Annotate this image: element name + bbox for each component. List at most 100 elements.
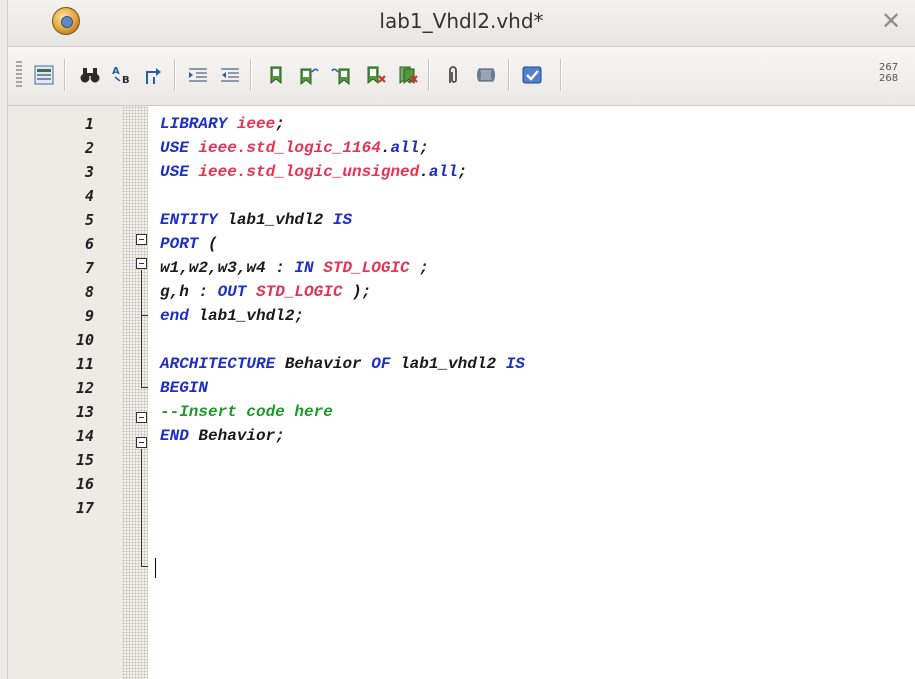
- fold-end-architecture: [141, 566, 148, 567]
- code-token: g,h :: [160, 283, 218, 301]
- code-token: STD_LOGIC: [256, 283, 343, 301]
- clear-bookmarks-icon[interactable]: [396, 61, 420, 89]
- code-editor[interactable]: 1 2 3 4 5 6 7 8 9 10 11 12 13 14 15 16 17 LIBRARY ieee; U…: [8, 106, 915, 679]
- code-token: OF: [371, 355, 401, 373]
- outdent-icon[interactable]: [218, 61, 242, 89]
- delete-bookmark-icon[interactable]: [364, 61, 388, 89]
- script-icon[interactable]: [474, 61, 498, 89]
- line-number: 12: [75, 379, 94, 397]
- code-token: lab1_vhdl2: [400, 355, 506, 373]
- line-number: 3: [84, 163, 94, 181]
- fold-line-architecture: [141, 449, 142, 566]
- check-icon[interactable]: [520, 61, 544, 89]
- code-token: ieee: [236, 115, 276, 133]
- line-number: 7: [84, 259, 94, 277]
- code-token: USE: [160, 163, 199, 181]
- code-token: lab1_vhdl2;: [198, 307, 305, 325]
- code-token: OUT: [217, 283, 257, 301]
- fold-toggle-begin[interactable]: [136, 437, 147, 448]
- code-line[interactable]: LIBRARY ieee;: [160, 112, 285, 136]
- code-token: Behavior;: [198, 427, 285, 445]
- code-token: (: [208, 235, 218, 253]
- code-token: w1,w2,w3,w4 :: [160, 259, 295, 277]
- toolbar-separator: [174, 59, 176, 91]
- code-token: ieee.std_logic_unsigned: [198, 163, 420, 181]
- insert-template-icon[interactable]: [32, 61, 56, 89]
- code-token: ;: [409, 259, 429, 277]
- code-token: ARCHITECTURE: [160, 355, 285, 373]
- next-bookmark-icon[interactable]: [296, 61, 320, 89]
- fold-end-entity: [141, 387, 148, 388]
- fold-toggle-architecture[interactable]: [136, 412, 147, 423]
- fold-line-entity: [141, 270, 142, 387]
- code-line[interactable]: end lab1_vhdl2;: [160, 304, 304, 328]
- code-token: all: [390, 139, 420, 157]
- bookmark-icon[interactable]: [264, 61, 288, 89]
- code-token: ieee.std_logic_1164: [198, 139, 381, 157]
- line-count-bottom: 268: [879, 73, 899, 84]
- editor-toolbar: AB 267 268: [8, 47, 915, 106]
- line-number: 5: [84, 211, 94, 229]
- code-area[interactable]: [148, 106, 915, 679]
- code-token: lab1_vhdl2: [227, 211, 333, 229]
- line-number: 10: [75, 331, 94, 349]
- code-line[interactable]: BEGIN: [160, 376, 208, 400]
- code-line[interactable]: USE ieee.std_logic_unsigned.all;: [160, 160, 467, 184]
- toolbar-separator: [428, 59, 430, 91]
- line-number: 13: [75, 403, 94, 421]
- fold-toggle-port[interactable]: [136, 258, 147, 269]
- code-line[interactable]: --Insert code here: [160, 400, 333, 424]
- text-caret: [155, 558, 156, 578]
- line-count-top: 267: [879, 62, 899, 73]
- toolbar-grip[interactable]: [16, 61, 22, 89]
- code-token: all: [428, 163, 458, 181]
- toolbar-separator: [508, 59, 510, 91]
- code-token: ;: [419, 139, 429, 157]
- indent-icon[interactable]: [186, 61, 210, 89]
- code-token: IS: [332, 211, 353, 229]
- code-line[interactable]: ARCHITECTURE Behavior OF lab1_vhdl2 IS: [160, 352, 525, 376]
- title-bar: lab1_Vhdl2.vhd* ✕: [8, 0, 915, 47]
- code-token: );: [342, 283, 372, 301]
- code-token: .: [419, 163, 429, 181]
- line-number: 9: [84, 307, 94, 325]
- find-icon[interactable]: [78, 61, 102, 89]
- code-token: END: [160, 427, 199, 445]
- line-number: 1: [84, 115, 94, 133]
- fold-toggle-entity[interactable]: [136, 234, 147, 245]
- previous-bookmark-icon[interactable]: [330, 61, 354, 89]
- code-line[interactable]: g,h : OUT STD_LOGIC );: [160, 280, 371, 304]
- toolbar-separator: [64, 59, 66, 91]
- editor-window: lab1_Vhdl2.vhd* ✕ AB 267 268 1 2 3 4 5 6…: [0, 0, 915, 679]
- line-number: 6: [84, 235, 94, 253]
- line-number: 11: [75, 355, 94, 373]
- svg-text:A: A: [112, 66, 120, 77]
- fold-margin[interactable]: [122, 106, 148, 679]
- code-token: Behavior: [284, 355, 372, 373]
- code-line[interactable]: END Behavior;: [160, 424, 285, 448]
- code-token: BEGIN: [160, 379, 209, 397]
- code-token: ;: [457, 163, 468, 181]
- line-number: 2: [84, 139, 94, 157]
- paperclip-icon[interactable]: [440, 61, 464, 89]
- code-token: USE: [160, 139, 199, 157]
- toolbar-separator: [560, 59, 562, 91]
- code-line[interactable]: USE ieee.std_logic_1164.all;: [160, 136, 429, 160]
- code-token: LIBRARY: [160, 115, 237, 133]
- code-line[interactable]: w1,w2,w3,w4 : IN STD_LOGIC ;: [160, 256, 429, 280]
- toolbar-separator: [250, 59, 252, 91]
- line-number: 17: [75, 499, 94, 517]
- line-count-indicator: 267 268: [879, 62, 898, 84]
- fold-end-port: [141, 315, 148, 316]
- window-title: lab1_Vhdl2.vhd*: [379, 9, 544, 33]
- close-icon[interactable]: ✕: [877, 7, 905, 35]
- code-token: .: [380, 139, 391, 157]
- code-line[interactable]: PORT (: [160, 232, 218, 256]
- goto-icon[interactable]: [142, 61, 166, 89]
- code-token: --Insert code here: [160, 403, 333, 421]
- replace-icon[interactable]: AB: [110, 61, 134, 89]
- line-number: 16: [75, 475, 94, 493]
- code-token: ENTITY: [160, 211, 228, 229]
- line-number: 4: [84, 187, 94, 205]
- code-line[interactable]: ENTITY lab1_vhdl2 IS: [160, 208, 352, 232]
